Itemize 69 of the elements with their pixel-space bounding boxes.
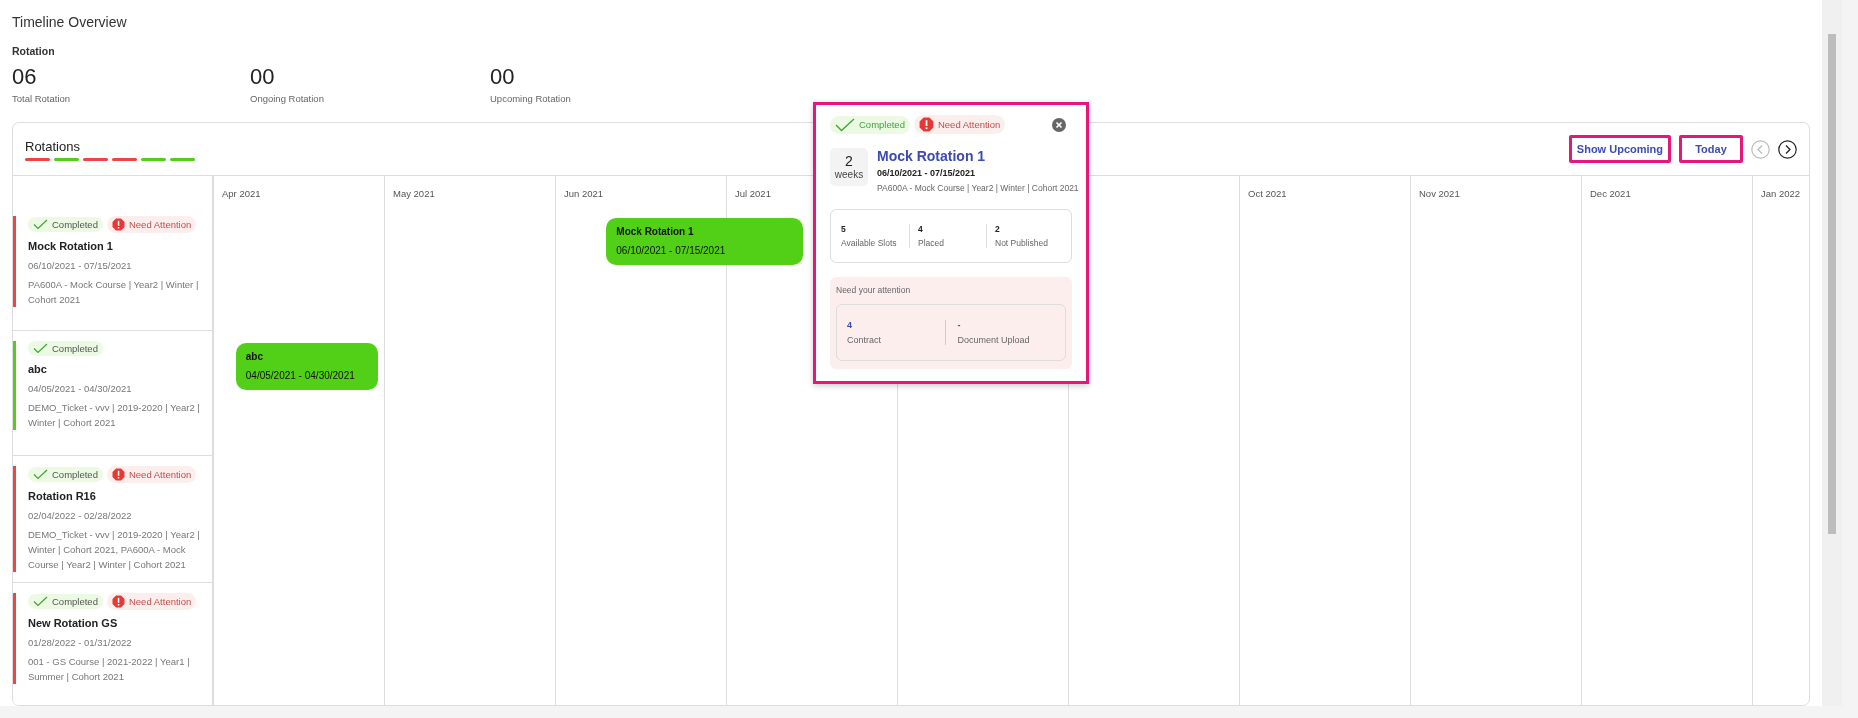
exclamation-icon [918, 117, 934, 132]
attention-heading: Need your attention [836, 285, 912, 295]
action-button[interactable]: Today [1679, 135, 1743, 163]
exclamation-icon [111, 595, 125, 608]
slot-label: Available Slots [841, 238, 898, 248]
month-label: Nov 2021 [1419, 188, 1460, 199]
check-icon [33, 219, 48, 230]
check-icon [33, 469, 48, 480]
stat-label: Upcoming Rotation [490, 93, 572, 104]
attention-label: Document Upload [957, 335, 1031, 345]
rotation-details: 001 - GS Course | 2021-2022 | Year1 | Summer | Cohort 2021 [28, 655, 191, 684]
rotation-dates: 06/10/2021 - 07/15/2021 [28, 260, 133, 271]
rotation-bar[interactable]: abc 04/05/2021 - 04/30/2021 [235, 343, 379, 390]
page-title: Timeline Overview [12, 14, 128, 30]
status-badge: Completed [28, 594, 103, 609]
status-badge: Completed [28, 341, 103, 356]
slot-value: 5 [841, 224, 847, 234]
popup-details: PA600A - Mock Course | Year2 | Winter | Cohort 2021 [877, 183, 1079, 193]
attention-count: - [957, 320, 962, 330]
attention-label: Contract [847, 335, 882, 345]
rotation-name[interactable]: Mock Rotation 1 [28, 240, 208, 252]
rotation-name[interactable]: abc [28, 363, 208, 375]
chevron-right-icon[interactable] [1778, 139, 1797, 159]
slot-value: 2 [995, 224, 1001, 234]
rotation-name[interactable]: Rotation R16 [28, 490, 208, 502]
status-badge: Completed [28, 467, 103, 482]
month-label: Jun 2021 [564, 188, 604, 199]
status-badge: Need Attention [106, 593, 197, 610]
attention-count[interactable]: 4 [847, 320, 945, 330]
rotation-bar[interactable]: Mock Rotation 1 06/10/2021 - 07/15/2021 [606, 218, 804, 265]
check-icon [33, 596, 48, 607]
close-icon[interactable] [1052, 117, 1066, 132]
rotation-details: DEMO_Ticket - vvv | 2019-2020 | Year2 | Winter | Cohort 2021 [28, 401, 201, 430]
exclamation-icon [111, 218, 125, 231]
rotation-dates: 01/28/2022 - 01/31/2022 [28, 637, 133, 648]
month-label: Jan 2022 [1761, 188, 1801, 199]
rotation-name[interactable]: New Rotation GS [28, 617, 208, 629]
status-badge: Completed [830, 115, 910, 134]
status-badge: Need Attention [106, 216, 197, 233]
rotation-details: PA600A - Mock Course | Year2 | Winter | Cohort 2021 [28, 278, 200, 307]
card-title: Rotations [25, 139, 81, 154]
duration-box: 2 weeks [830, 148, 868, 186]
rotation-dates: 02/04/2022 - 02/28/2022 [28, 510, 133, 521]
rotation-dates: 04/05/2021 - 04/30/2021 [28, 383, 133, 394]
slot-label: Placed [918, 238, 945, 248]
stat-value: 00 [250, 64, 276, 90]
exclamation-icon [111, 468, 125, 481]
action-button[interactable]: Show Upcoming [1568, 135, 1671, 163]
month-label: Apr 2021 [222, 188, 261, 199]
check-icon [835, 117, 855, 132]
stat-label: Ongoing Rotation [250, 93, 325, 104]
scrollbar[interactable] [1822, 0, 1842, 706]
rotation-details: DEMO_Ticket - vvv | 2019-2020 | Year2 | Winter | Cohort 2021, PA600A - Mock Course | Year2 | Winter | Cohort 2021 [28, 528, 201, 572]
month-label: Oct 2021 [1248, 188, 1287, 199]
status-badge: Completed [28, 217, 103, 232]
month-label: Jul 2021 [735, 188, 771, 199]
section-heading: Rotation [12, 45, 56, 57]
check-icon [33, 343, 48, 354]
popup-dates: 06/10/2021 - 07/15/2021 [877, 168, 977, 178]
status-badge: Need Attention [106, 466, 197, 483]
stat-label: Total Rotation [12, 93, 72, 104]
popup-title[interactable]: Mock Rotation 1 [877, 148, 1079, 164]
slot-label: Not Published [995, 238, 1049, 248]
stat-value: 06 [12, 64, 38, 90]
status-badge: Need Attention [913, 115, 1006, 134]
month-label: Dec 2021 [1590, 188, 1631, 199]
month-label: May 2021 [393, 188, 435, 199]
slot-value: 4 [918, 224, 924, 234]
stat-value: 00 [490, 64, 516, 90]
